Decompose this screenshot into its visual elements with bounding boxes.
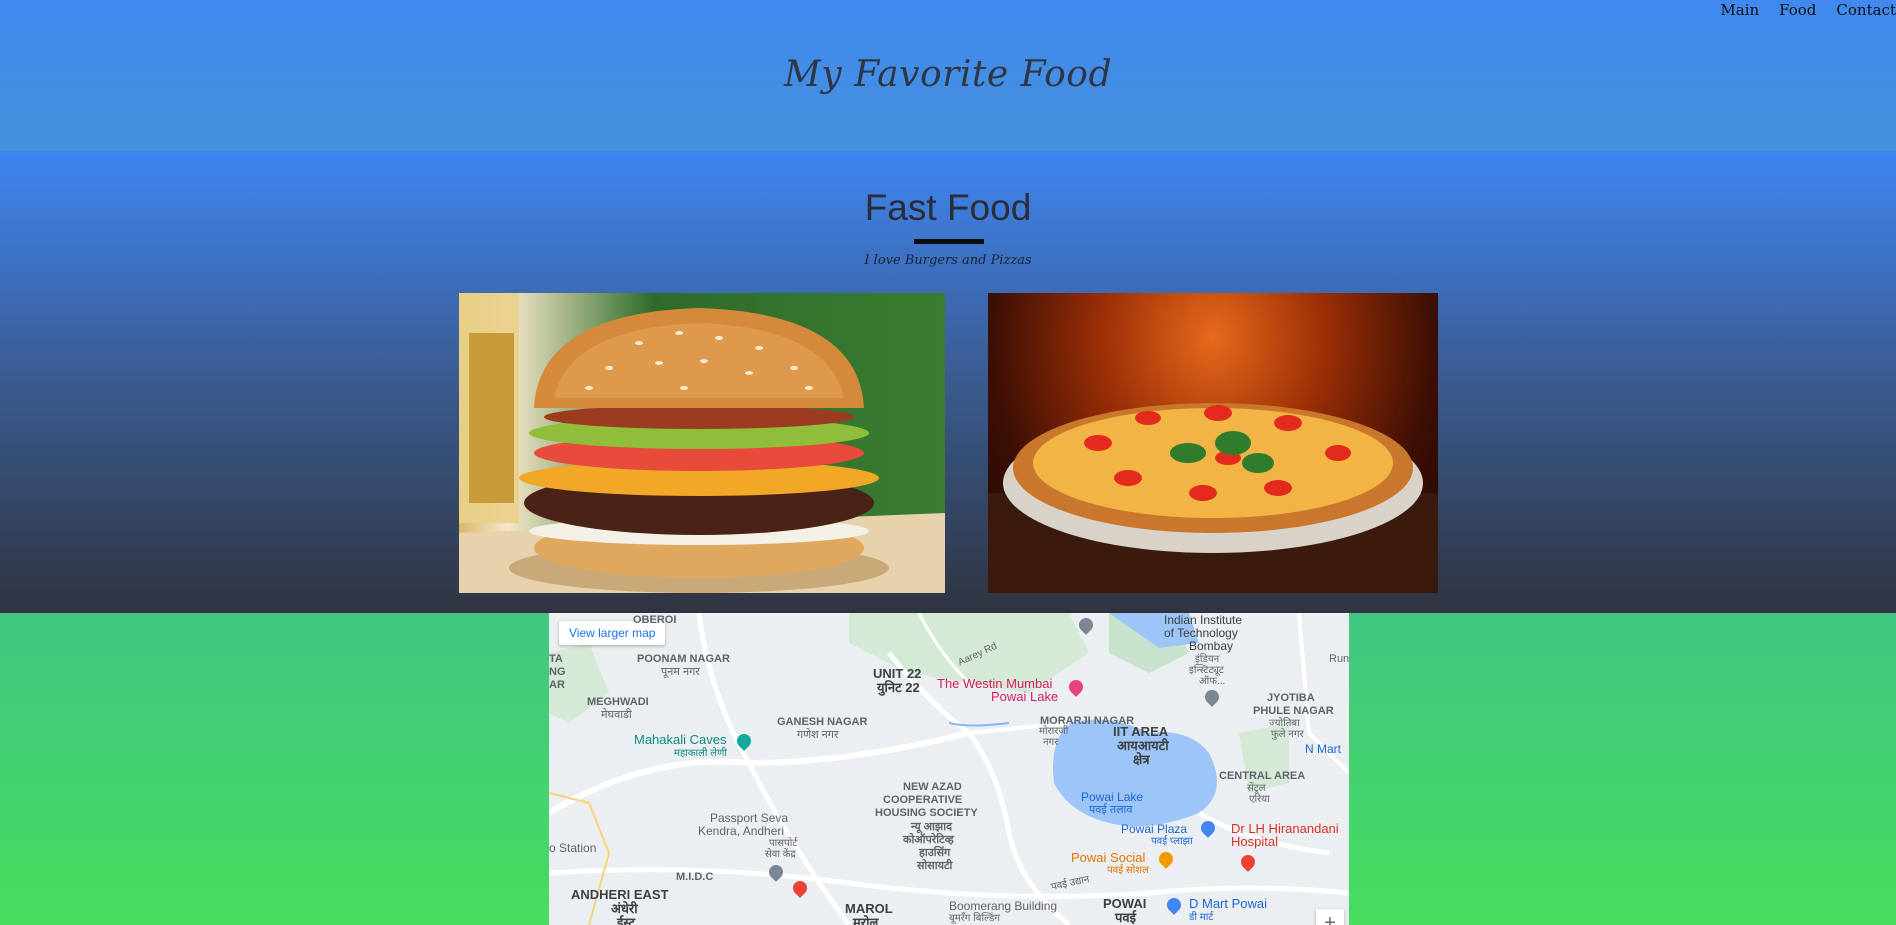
map-label: पवई सोशल bbox=[1107, 865, 1149, 876]
map-label: TA bbox=[549, 653, 563, 665]
map-label: मेघवाडी bbox=[601, 709, 632, 721]
map-label: Kendra, Andheri bbox=[698, 824, 785, 838]
map-label: Powai Lake bbox=[991, 689, 1059, 704]
section-title: Fast Food bbox=[864, 187, 1032, 228]
map-label: सोसायटी bbox=[917, 860, 953, 872]
map-label: डी मार्ट bbox=[1189, 912, 1214, 923]
map-label: Hospital bbox=[1231, 834, 1278, 849]
map-label: Run bbox=[1329, 653, 1349, 665]
map-label: Powai Social bbox=[1071, 850, 1146, 865]
map-label: MAROL bbox=[845, 901, 893, 916]
section-divider bbox=[914, 239, 984, 244]
map-label: GANESH NAGAR bbox=[777, 716, 868, 728]
map-label: M.I.D.C bbox=[676, 871, 714, 883]
nav-link-main[interactable]: Main bbox=[1720, 0, 1759, 20]
map-label: न्यू आझाद bbox=[911, 821, 952, 833]
map-label: कोऑपरेटिव्ह bbox=[903, 834, 954, 846]
map-label: Powai Plaza bbox=[1121, 822, 1188, 836]
top-nav: Main Food Contact bbox=[1720, 0, 1896, 20]
site-title: My Favorite Food bbox=[784, 54, 1112, 95]
map-label: POONAM NAGAR bbox=[637, 653, 730, 665]
map-label: आयआयटी bbox=[1117, 738, 1169, 753]
map-label: पवई तलाव bbox=[1089, 804, 1133, 816]
embedded-map[interactable]: View larger map OBEROI TA NG AR POONAM N… bbox=[549, 613, 1349, 925]
map-label: Indian Institute bbox=[1164, 613, 1243, 627]
map-label: ANDHERI EAST bbox=[571, 887, 669, 902]
map-label: Bombay bbox=[1189, 639, 1234, 653]
zoom-in-button[interactable]: + bbox=[1316, 909, 1344, 925]
map-label: AR bbox=[549, 679, 565, 691]
map-label: HOUSING SOCIETY bbox=[875, 807, 978, 819]
map-label: POWAI bbox=[1103, 896, 1147, 911]
map-label: एरिया bbox=[1249, 794, 1270, 805]
map-label: OBEROI bbox=[633, 614, 677, 626]
map-label: गणेश नगर bbox=[797, 729, 839, 741]
map-label: PHULE NAGAR bbox=[1253, 705, 1334, 717]
map-label: अंधेरी bbox=[611, 901, 638, 916]
map-label: Boomerang Building bbox=[949, 899, 1058, 913]
map-label: ईस्ट bbox=[617, 915, 635, 925]
map-label: क्षेत्र bbox=[1133, 752, 1150, 767]
map-label: COOPERATIVE bbox=[883, 794, 963, 806]
map-label: बूमरँग बिल्डिंग bbox=[949, 913, 1001, 924]
map-label: पूनम नगर bbox=[661, 666, 700, 678]
map-label: CENTRAL AREA bbox=[1219, 770, 1306, 782]
map-label: N Mart bbox=[1305, 742, 1341, 756]
map-label: सेवा केंद्र bbox=[765, 849, 796, 860]
site-header: Main Food Contact My Favorite Food bbox=[0, 0, 1896, 151]
map-label: Powai Lake bbox=[1081, 790, 1144, 804]
map-label: IIT AREA bbox=[1113, 724, 1169, 739]
map-label: UNIT 22 bbox=[873, 666, 922, 681]
map-label: NEW AZAD bbox=[903, 781, 962, 793]
map-label: Mahakali Caves bbox=[634, 732, 727, 747]
map-label: मरोल bbox=[853, 915, 879, 925]
map-label: NG bbox=[549, 666, 566, 678]
map-label: नगर bbox=[1043, 737, 1059, 748]
map-label: पवई प्लाझा bbox=[1151, 836, 1193, 847]
section-subtitle: I love Burgers and Pizzas bbox=[864, 253, 1032, 268]
map-label: फुले नगर bbox=[1271, 729, 1304, 740]
map-label: Passport Seva bbox=[710, 811, 789, 825]
burger-image bbox=[459, 293, 945, 593]
map-label: o Station bbox=[549, 841, 597, 855]
map-label: पवई bbox=[1115, 910, 1136, 925]
map-label: MEGHWADI bbox=[587, 696, 649, 708]
pizza-image bbox=[988, 293, 1438, 593]
nav-link-food[interactable]: Food bbox=[1779, 0, 1816, 20]
map-label: of Technology bbox=[1164, 626, 1238, 640]
nav-link-contact[interactable]: Contact bbox=[1836, 0, 1896, 20]
map-label: ऑफ... bbox=[1199, 676, 1226, 687]
map-label: D Mart Powai bbox=[1189, 896, 1268, 911]
map-label: युनिट 22 bbox=[877, 680, 920, 695]
fast-food-section: Fast Food I love Burgers and Pizzas bbox=[0, 151, 1896, 613]
map-label: महाकाली लेणी bbox=[674, 748, 727, 759]
map-label: हाउसिंग bbox=[919, 847, 951, 859]
map-label: JYOTIBA bbox=[1267, 692, 1315, 704]
